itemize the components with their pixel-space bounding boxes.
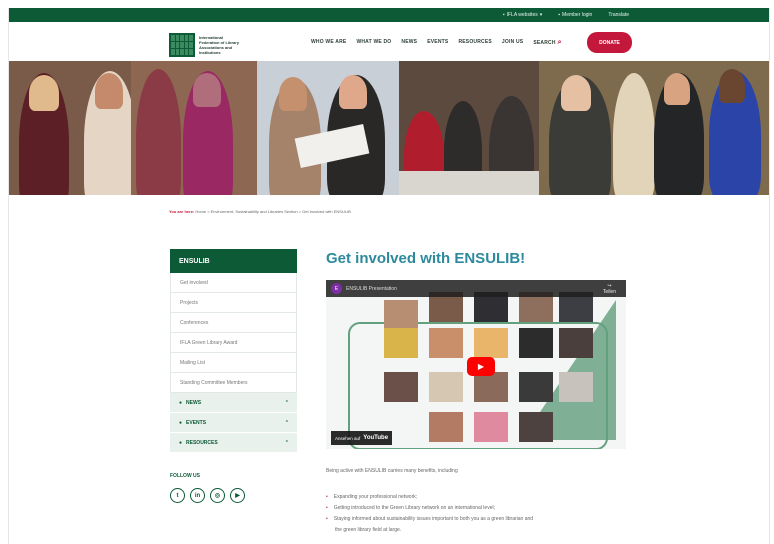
video-participant: [519, 328, 553, 358]
video-participant: [474, 372, 508, 402]
bullet-icon: ●: [179, 419, 183, 426]
nav-who-we-are[interactable]: WHO WE ARE: [311, 39, 346, 47]
chevron-up-icon: ⌃: [284, 419, 289, 426]
play-button-icon[interactable]: ▶: [467, 357, 495, 376]
top-utility-bar: ▪ IFLA websites ▾ ▪ Member login Transla…: [9, 8, 769, 22]
chevron-up-icon: ⌃: [284, 439, 289, 446]
list-item: • Getting introduced to the Green Library…: [326, 503, 626, 514]
share-button[interactable]: ↪ Teilen: [603, 283, 616, 295]
bullet-icon: •: [326, 505, 328, 511]
video-participant: [429, 328, 463, 358]
bullet-icon: •: [326, 516, 328, 522]
video-participant: [474, 412, 508, 442]
sidebar-item-standing-committee[interactable]: Standing Committee Members: [170, 373, 297, 393]
hero-photo-2: [131, 61, 257, 195]
video-participant: [384, 328, 418, 358]
video-participant: [474, 328, 508, 358]
benefits-list: • Expanding your professional network; • G…: [326, 492, 626, 536]
video-participant: [384, 300, 418, 330]
sidebar-dropdown-news[interactable]: ● NEWS ⌃: [170, 393, 297, 413]
bullet-icon: •: [326, 494, 328, 500]
page-title: Get involved with ENSULIB!: [326, 250, 526, 267]
social-links: t in ◎ ▶: [170, 488, 297, 503]
sidebar-item-projects[interactable]: Projects: [170, 293, 297, 313]
hero-photo-3: [257, 61, 399, 195]
hero-photo-1: [9, 61, 131, 195]
sidebar-item-get-involved[interactable]: Get involved: [170, 273, 297, 293]
ifla-websites-link[interactable]: ▪ IFLA websites ▾: [503, 12, 542, 18]
watch-on-youtube-button[interactable]: Ansehen auf YouTube: [331, 431, 393, 445]
youtube-icon[interactable]: ▶: [230, 488, 245, 503]
instagram-icon[interactable]: ◎: [210, 488, 225, 503]
sidebar-item-green-library-award[interactable]: IFLA Green Library Award: [170, 333, 297, 353]
youtube-logo-icon: YouTube: [363, 435, 389, 441]
nav-search[interactable]: SEARCH ⌕: [533, 39, 561, 47]
list-item-continuation: the green library field at large.: [335, 527, 402, 533]
channel-avatar-icon[interactable]: E: [331, 283, 342, 294]
nav-news[interactable]: NEWS: [401, 39, 417, 47]
video-title[interactable]: ENSULIB Presentation: [346, 286, 397, 292]
sidebar-dropdown-resources[interactable]: ● RESOURCES ⌃: [170, 433, 297, 453]
breadcrumb-path[interactable]: Home > Environment, Sustainability and L…: [195, 209, 350, 214]
nav-events[interactable]: EVENTS: [427, 39, 448, 47]
translate-link[interactable]: Translate: [608, 12, 629, 18]
sidebar-item-conferences[interactable]: Conferences: [170, 313, 297, 333]
list-item: • Staying informed about sustainability i…: [326, 514, 626, 525]
bullet-icon: ●: [179, 439, 183, 446]
video-participant: [519, 412, 553, 442]
list-item: • Expanding your professional network;: [326, 492, 626, 503]
sidebar: ENSULIB Get involved Projects Conference…: [170, 249, 297, 503]
bullet-icon: ●: [179, 399, 183, 406]
sidebar-dropdown-events[interactable]: ● EVENTS ⌃: [170, 413, 297, 433]
twitter-icon[interactable]: t: [170, 488, 185, 503]
youtube-video-embed[interactable]: E ENSULIB Presentation ↪ Teilen ▶ Ansehe…: [326, 280, 626, 449]
donate-button[interactable]: DONATE: [587, 32, 632, 53]
ifla-logo-mark-icon: [169, 32, 195, 57]
page-frame: ▪ IFLA websites ▾ ▪ Member login Transla…: [8, 8, 770, 544]
hero-photo-banner: [9, 61, 769, 195]
search-icon: ⌕: [557, 39, 562, 46]
hero-photo-4: [399, 61, 539, 195]
main-nav: WHO WE ARE WHAT WE DO NEWS EVENTS RESOUR…: [311, 39, 562, 47]
nav-join-us[interactable]: JOIN US: [502, 39, 523, 47]
follow-us-label: FOLLOW US: [170, 473, 200, 479]
video-participant: [519, 372, 553, 402]
sidebar-heading[interactable]: ENSULIB: [170, 249, 297, 273]
chevron-up-icon: ⌃: [284, 399, 289, 406]
video-participant: [429, 412, 463, 442]
video-title-bar: E ENSULIB Presentation: [326, 280, 626, 297]
logo-text: International Federation of Library Asso…: [199, 34, 240, 55]
breadcrumb-prefix: You are here:: [169, 209, 195, 214]
nav-what-we-do[interactable]: WHAT WE DO: [356, 39, 391, 47]
video-participant: [559, 372, 593, 402]
video-participant: [429, 372, 463, 402]
video-participant: [559, 328, 593, 358]
member-login-link[interactable]: ▪ Member login: [558, 12, 592, 18]
ifla-logo[interactable]: International Federation of Library Asso…: [169, 32, 243, 57]
hero-photo-5: [539, 61, 769, 195]
linkedin-icon[interactable]: in: [190, 488, 205, 503]
video-participant: [384, 372, 418, 402]
nav-resources[interactable]: RESOURCES: [458, 39, 491, 47]
sidebar-item-mailing-list[interactable]: Mailing List: [170, 353, 297, 373]
intro-text: Being active with ENSULIB carries many b…: [326, 468, 458, 474]
breadcrumb: You are here: Home > Environment, Sustai…: [169, 209, 351, 214]
